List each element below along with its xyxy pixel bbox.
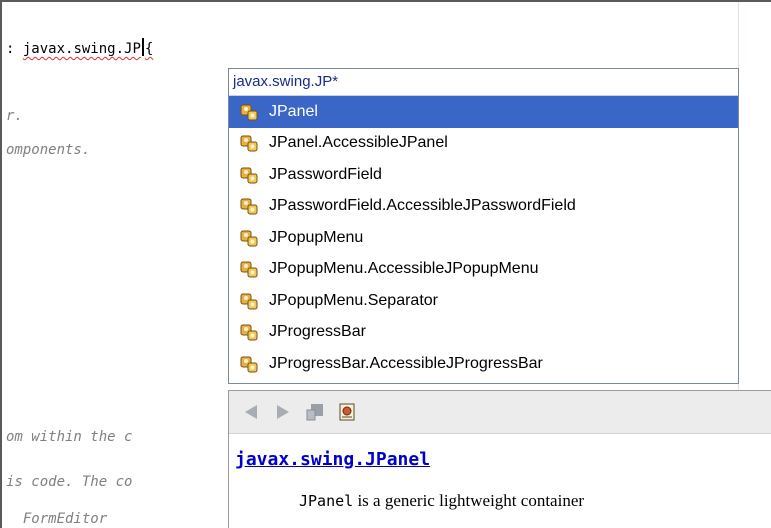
comment-line-5: FormEditor bbox=[6, 511, 108, 527]
completion-item[interactable]: JPanel.AccessibleJPanel bbox=[229, 128, 738, 160]
comment-line-2: omponents. bbox=[6, 142, 91, 158]
class-icon bbox=[239, 165, 259, 185]
completion-item-label: JPopupMenu.Separator bbox=[269, 291, 438, 309]
completion-item[interactable]: JPopupMenu bbox=[229, 222, 738, 254]
completion-item[interactable]: JPanel bbox=[229, 96, 738, 128]
code-identifier: javax.swing.JP bbox=[22, 41, 141, 57]
go-to-source-icon[interactable] bbox=[303, 400, 327, 424]
javadoc-text: is a generic lightweight container bbox=[353, 491, 585, 510]
javadoc-title-link[interactable]: javax.swing.JPanel bbox=[235, 449, 430, 470]
code-completion-popup[interactable]: javax.swing.JP* JPanel JPanel.AccessibleJ… bbox=[228, 68, 739, 384]
javadoc-popup[interactable]: javax.swing.JPanel JPanel is a generic l… bbox=[228, 390, 771, 528]
javadoc-description: JPanel is a generic lightweight containe… bbox=[299, 491, 584, 511]
comment-line-1: r. bbox=[6, 108, 23, 124]
code-brace: { bbox=[144, 41, 154, 57]
completion-item-label: JPanel.AccessibleJPanel bbox=[269, 134, 448, 152]
completion-item-label: JProgressBar bbox=[269, 323, 366, 341]
completion-item-label: JPasswordField bbox=[269, 165, 382, 183]
completion-item[interactable]: JPopupMenu.Separator bbox=[229, 285, 738, 317]
completion-item[interactable]: JPasswordField.AccessibleJPasswordField bbox=[229, 191, 738, 223]
completion-item-label: JPopupMenu.AccessibleJPopupMenu bbox=[269, 260, 539, 278]
comment-line-3: om within the c bbox=[6, 429, 133, 445]
comment-line-4: is code. The co bbox=[6, 474, 133, 490]
code-prefix: : bbox=[6, 41, 15, 57]
class-icon bbox=[239, 133, 259, 153]
completion-item-label: JPanel bbox=[269, 102, 318, 120]
completion-item[interactable]: JPasswordField bbox=[229, 159, 738, 191]
completion-filter-header: javax.swing.JP* bbox=[229, 69, 738, 96]
class-icon bbox=[239, 196, 259, 216]
completion-item[interactable]: JProgressBar bbox=[229, 317, 738, 349]
completion-list[interactable]: JPanel JPanel.AccessibleJPanel JPasswordFi… bbox=[229, 96, 738, 380]
javadoc-toolbar bbox=[229, 391, 771, 434]
class-icon bbox=[239, 291, 259, 311]
open-in-browser-icon[interactable] bbox=[335, 400, 359, 424]
completion-item-label: JPasswordField.AccessibleJPasswordField bbox=[269, 197, 576, 215]
class-icon bbox=[239, 322, 259, 342]
completion-item[interactable]: JPopupMenu.AccessibleJPopupMenu bbox=[229, 254, 738, 286]
completion-item-label: JPopupMenu bbox=[269, 228, 364, 246]
editor-left-border bbox=[0, 0, 2, 528]
text-caret bbox=[141, 38, 144, 56]
class-icon bbox=[239, 102, 259, 122]
class-icon bbox=[239, 259, 259, 279]
editor-top-border bbox=[0, 0, 771, 2]
javadoc-code-term: JPanel bbox=[299, 492, 354, 510]
code-line-import[interactable]: : javax.swing.JP{ bbox=[6, 38, 153, 57]
completion-item-label: JProgressBar.AccessibleJProgressBar bbox=[269, 354, 543, 372]
completion-item[interactable]: JProgressBar.AccessibleJProgressBar bbox=[229, 348, 738, 380]
forward-icon[interactable] bbox=[271, 400, 295, 424]
class-icon bbox=[239, 228, 259, 248]
class-icon bbox=[239, 354, 259, 374]
back-icon[interactable] bbox=[239, 400, 263, 424]
